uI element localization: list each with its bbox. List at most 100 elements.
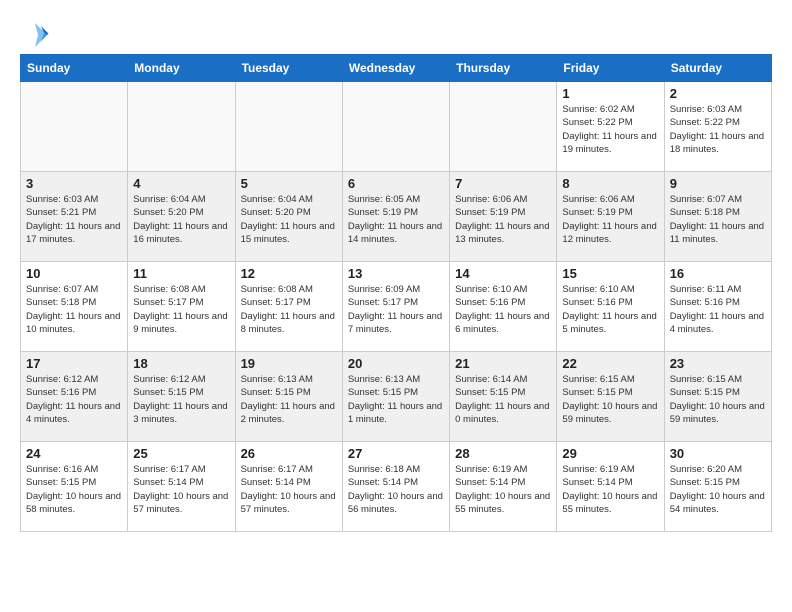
day-number: 1 (562, 86, 658, 101)
calendar-cell: 17Sunrise: 6:12 AM Sunset: 5:16 PM Dayli… (21, 352, 128, 442)
day-info: Sunrise: 6:05 AM Sunset: 5:19 PM Dayligh… (348, 193, 444, 246)
day-number: 24 (26, 446, 122, 461)
day-info: Sunrise: 6:10 AM Sunset: 5:16 PM Dayligh… (562, 283, 658, 336)
calendar-cell: 29 Sunrise: 6:19 AM Sunset: 5:14 PM Dayli… (557, 442, 664, 532)
calendar-cell: 22 Sunrise: 6:15 AM Sunset: 5:15 PM Dayli… (557, 352, 664, 442)
day-number: 30 (670, 446, 766, 461)
day-number: 8 (562, 176, 658, 191)
day-header-thursday: Thursday (450, 55, 557, 82)
day-number: 22 (562, 356, 658, 371)
calendar-cell: 6 Sunrise: 6:05 AM Sunset: 5:19 PM Daylig… (342, 172, 449, 262)
day-info: Sunrise: 6:03 AM Sunset: 5:22 PM Dayligh… (670, 103, 766, 156)
calendar-cell: 9 Sunrise: 6:07 AM Sunset: 5:18 PM Daylig… (664, 172, 771, 262)
day-header-monday: Monday (128, 55, 235, 82)
calendar-cell: 19 Sunrise: 6:13 AM Sunset: 5:15 PM Dayli… (235, 352, 342, 442)
calendar-cell (450, 82, 557, 172)
day-info: Sunrise: 6:08 AM Sunset: 5:17 PM Dayligh… (241, 283, 337, 336)
day-number: 10 (26, 266, 122, 281)
calendar-cell: 16Sunrise: 6:11 AM Sunset: 5:16 PM Dayli… (664, 262, 771, 352)
day-header-saturday: Saturday (664, 55, 771, 82)
logo-icon (20, 20, 50, 50)
calendar-cell: 14Sunrise: 6:10 AM Sunset: 5:16 PM Dayli… (450, 262, 557, 352)
day-number: 25 (133, 446, 229, 461)
day-info: Sunrise: 6:19 AM Sunset: 5:14 PM Dayligh… (455, 463, 551, 516)
calendar-table: SundayMondayTuesdayWednesdayThursdayFrid… (20, 54, 772, 532)
day-number: 2 (670, 86, 766, 101)
calendar-week-row: 3 Sunrise: 6:03 AM Sunset: 5:21 PM Daylig… (21, 172, 772, 262)
day-number: 23 (670, 356, 766, 371)
day-header-sunday: Sunday (21, 55, 128, 82)
day-info: Sunrise: 6:17 AM Sunset: 5:14 PM Dayligh… (133, 463, 229, 516)
day-number: 6 (348, 176, 444, 191)
calendar-cell: 26 Sunrise: 6:17 AM Sunset: 5:14 PM Dayli… (235, 442, 342, 532)
calendar-week-row: 1 Sunrise: 6:02 AM Sunset: 5:22 PM Daylig… (21, 82, 772, 172)
calendar-cell: 11 Sunrise: 6:08 AM Sunset: 5:17 PM Dayli… (128, 262, 235, 352)
calendar-cell: 8 Sunrise: 6:06 AM Sunset: 5:19 PM Daylig… (557, 172, 664, 262)
day-info: Sunrise: 6:17 AM Sunset: 5:14 PM Dayligh… (241, 463, 337, 516)
day-number: 21 (455, 356, 551, 371)
calendar-cell: 10 Sunrise: 6:07 AM Sunset: 5:18 PM Dayli… (21, 262, 128, 352)
logo (20, 20, 54, 50)
day-info: Sunrise: 6:08 AM Sunset: 5:17 PM Dayligh… (133, 283, 229, 336)
calendar-cell: 2 Sunrise: 6:03 AM Sunset: 5:22 PM Daylig… (664, 82, 771, 172)
calendar-cell (342, 82, 449, 172)
day-number: 12 (241, 266, 337, 281)
day-info: Sunrise: 6:04 AM Sunset: 5:20 PM Dayligh… (133, 193, 229, 246)
day-number: 18 (133, 356, 229, 371)
day-number: 29 (562, 446, 658, 461)
day-header-tuesday: Tuesday (235, 55, 342, 82)
calendar-cell: 4 Sunrise: 6:04 AM Sunset: 5:20 PM Daylig… (128, 172, 235, 262)
day-info: Sunrise: 6:18 AM Sunset: 5:14 PM Dayligh… (348, 463, 444, 516)
day-header-friday: Friday (557, 55, 664, 82)
day-info: Sunrise: 6:07 AM Sunset: 5:18 PM Dayligh… (26, 283, 122, 336)
day-number: 20 (348, 356, 444, 371)
calendar-cell: 28 Sunrise: 6:19 AM Sunset: 5:14 PM Dayli… (450, 442, 557, 532)
day-info: Sunrise: 6:02 AM Sunset: 5:22 PM Dayligh… (562, 103, 658, 156)
calendar-cell: 3 Sunrise: 6:03 AM Sunset: 5:21 PM Daylig… (21, 172, 128, 262)
day-info: Sunrise: 6:13 AM Sunset: 5:15 PM Dayligh… (241, 373, 337, 426)
day-info: Sunrise: 6:12 AM Sunset: 5:15 PM Dayligh… (133, 373, 229, 426)
calendar-cell: 7 Sunrise: 6:06 AM Sunset: 5:19 PM Daylig… (450, 172, 557, 262)
day-number: 19 (241, 356, 337, 371)
day-number: 3 (26, 176, 122, 191)
day-number: 17 (26, 356, 122, 371)
calendar-cell (128, 82, 235, 172)
day-info: Sunrise: 6:20 AM Sunset: 5:15 PM Dayligh… (670, 463, 766, 516)
day-info: Sunrise: 6:03 AM Sunset: 5:21 PM Dayligh… (26, 193, 122, 246)
day-info: Sunrise: 6:04 AM Sunset: 5:20 PM Dayligh… (241, 193, 337, 246)
day-number: 28 (455, 446, 551, 461)
day-info: Sunrise: 6:15 AM Sunset: 5:15 PM Dayligh… (562, 373, 658, 426)
day-number: 4 (133, 176, 229, 191)
day-number: 11 (133, 266, 229, 281)
day-info: Sunrise: 6:10 AM Sunset: 5:16 PM Dayligh… (455, 283, 551, 336)
day-info: Sunrise: 6:06 AM Sunset: 5:19 PM Dayligh… (455, 193, 551, 246)
calendar-week-row: 24 Sunrise: 6:16 AM Sunset: 5:15 PM Dayli… (21, 442, 772, 532)
calendar-cell: 27Sunrise: 6:18 AM Sunset: 5:14 PM Dayli… (342, 442, 449, 532)
calendar-cell: 12 Sunrise: 6:08 AM Sunset: 5:17 PM Dayli… (235, 262, 342, 352)
calendar-cell: 1 Sunrise: 6:02 AM Sunset: 5:22 PM Daylig… (557, 82, 664, 172)
calendar-header-row: SundayMondayTuesdayWednesdayThursdayFrid… (21, 55, 772, 82)
calendar-cell: 20 Sunrise: 6:13 AM Sunset: 5:15 PM Dayli… (342, 352, 449, 442)
day-number: 13 (348, 266, 444, 281)
header (20, 20, 772, 50)
day-info: Sunrise: 6:15 AM Sunset: 5:15 PM Dayligh… (670, 373, 766, 426)
day-number: 7 (455, 176, 551, 191)
calendar-cell: 25 Sunrise: 6:17 AM Sunset: 5:14 PM Dayli… (128, 442, 235, 532)
day-info: Sunrise: 6:14 AM Sunset: 5:15 PM Dayligh… (455, 373, 551, 426)
day-number: 9 (670, 176, 766, 191)
calendar-cell (21, 82, 128, 172)
day-number: 15 (562, 266, 658, 281)
day-info: Sunrise: 6:16 AM Sunset: 5:15 PM Dayligh… (26, 463, 122, 516)
day-header-wednesday: Wednesday (342, 55, 449, 82)
day-info: Sunrise: 6:09 AM Sunset: 5:17 PM Dayligh… (348, 283, 444, 336)
calendar-cell: 21 Sunrise: 6:14 AM Sunset: 5:15 PM Dayli… (450, 352, 557, 442)
calendar-week-row: 17Sunrise: 6:12 AM Sunset: 5:16 PM Dayli… (21, 352, 772, 442)
day-info: Sunrise: 6:11 AM Sunset: 5:16 PM Dayligh… (670, 283, 766, 336)
day-number: 26 (241, 446, 337, 461)
day-info: Sunrise: 6:13 AM Sunset: 5:15 PM Dayligh… (348, 373, 444, 426)
day-info: Sunrise: 6:06 AM Sunset: 5:19 PM Dayligh… (562, 193, 658, 246)
day-info: Sunrise: 6:07 AM Sunset: 5:18 PM Dayligh… (670, 193, 766, 246)
day-info: Sunrise: 6:19 AM Sunset: 5:14 PM Dayligh… (562, 463, 658, 516)
calendar-cell: 24 Sunrise: 6:16 AM Sunset: 5:15 PM Dayli… (21, 442, 128, 532)
calendar-cell: 30 Sunrise: 6:20 AM Sunset: 5:15 PM Dayli… (664, 442, 771, 532)
